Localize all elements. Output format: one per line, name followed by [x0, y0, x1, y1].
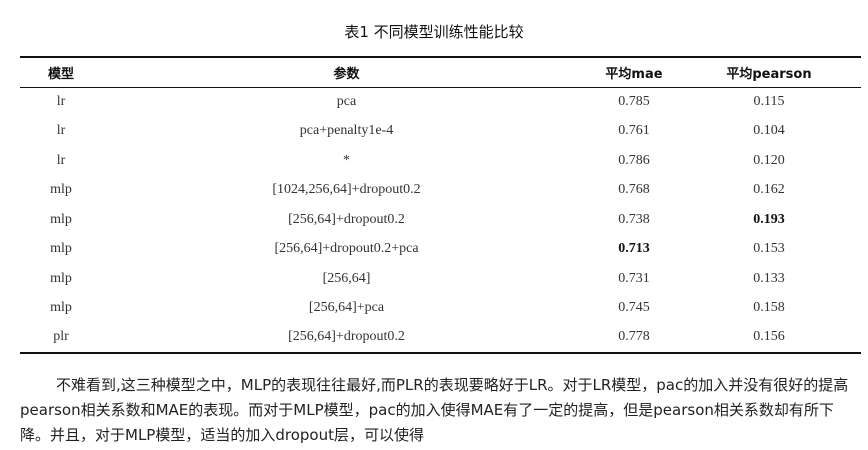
- cell-pearson-best: 0.193: [753, 211, 785, 227]
- table-row: mlp [256,64]+pca 0.745 0.158: [20, 294, 861, 324]
- cell-model: lr: [56, 123, 66, 139]
- body-paragraph: 不难看到,这三种模型之中，MLP的表现往往最好,而PLR的表现要略好于LR。对于…: [20, 376, 849, 444]
- cell-params: *: [343, 152, 350, 168]
- cell-mae: 0.768: [618, 182, 650, 198]
- cell-mae: 0.738: [618, 211, 650, 227]
- table-row: lr pca 0.785 0.115: [20, 87, 861, 117]
- header-pearson: 平均pearson: [677, 56, 861, 88]
- cell-model: plr: [20, 323, 102, 354]
- cell-model: mlp: [50, 182, 72, 198]
- cell-params: [256,64]+pca: [308, 300, 385, 316]
- cell-pearson: 0.120: [753, 152, 785, 168]
- cell-params: [256,64]+dropout0.2: [288, 211, 405, 227]
- cell-params: [256,64]: [322, 270, 371, 286]
- results-table: 模型 参数 平均mae 平均pearson lr pca 0.785 0.115…: [20, 56, 861, 354]
- cell-pearson: 0.162: [753, 182, 785, 198]
- cell-mae: 0.778: [591, 323, 677, 354]
- table-row: mlp [256,64]+dropout0.2 0.738 0.193: [20, 205, 861, 235]
- header-model: 模型: [20, 56, 102, 88]
- table-row: lr pca+penalty1e-4 0.761 0.104: [20, 117, 861, 147]
- cell-pearson: 0.133: [753, 270, 785, 286]
- table-header-row: 模型 参数 平均mae 平均pearson: [20, 56, 861, 88]
- cell-pearson: 0.115: [753, 94, 785, 109]
- header-params: 参数: [102, 56, 591, 88]
- cell-params: [256,64]+dropout0.2: [102, 323, 591, 354]
- cell-pearson: 0.156: [677, 323, 861, 354]
- cell-model: mlp: [50, 300, 72, 316]
- cell-model: lr: [56, 94, 66, 109]
- cell-mae: 0.731: [618, 270, 650, 286]
- cell-model: mlp: [50, 241, 72, 257]
- table-caption: 表1 不同模型训练性能比较: [344, 23, 524, 41]
- table-row: mlp [256,64]+dropout0.2+pca 0.713 0.153: [20, 235, 861, 265]
- cell-pearson: 0.158: [753, 300, 785, 316]
- cell-model: mlp: [50, 211, 72, 227]
- table-row: lr * 0.786 0.120: [20, 146, 861, 176]
- cell-pearson: 0.153: [753, 241, 785, 257]
- cell-params: pca: [336, 94, 357, 109]
- cell-model: mlp: [50, 270, 72, 286]
- cell-mae: 0.745: [618, 300, 650, 316]
- cell-model: lr: [56, 152, 66, 168]
- header-mae: 平均mae: [591, 56, 677, 88]
- cell-mae: 0.786: [618, 152, 650, 168]
- cell-params: [256,64]+dropout0.2+pca: [274, 241, 419, 257]
- cell-pearson: 0.104: [753, 123, 785, 139]
- table-row: mlp [256,64] 0.731 0.133: [20, 264, 861, 294]
- cell-mae-best: 0.713: [618, 241, 650, 257]
- table-row: plr [256,64]+dropout0.2 0.778 0.156: [20, 323, 861, 354]
- cell-mae: 0.785: [618, 94, 650, 109]
- table-row: mlp [1024,256,64]+dropout0.2 0.768 0.162: [20, 176, 861, 206]
- cell-params: pca+penalty1e-4: [299, 123, 394, 139]
- cell-mae: 0.761: [618, 123, 650, 139]
- cell-params: [1024,256,64]+dropout0.2: [272, 182, 421, 198]
